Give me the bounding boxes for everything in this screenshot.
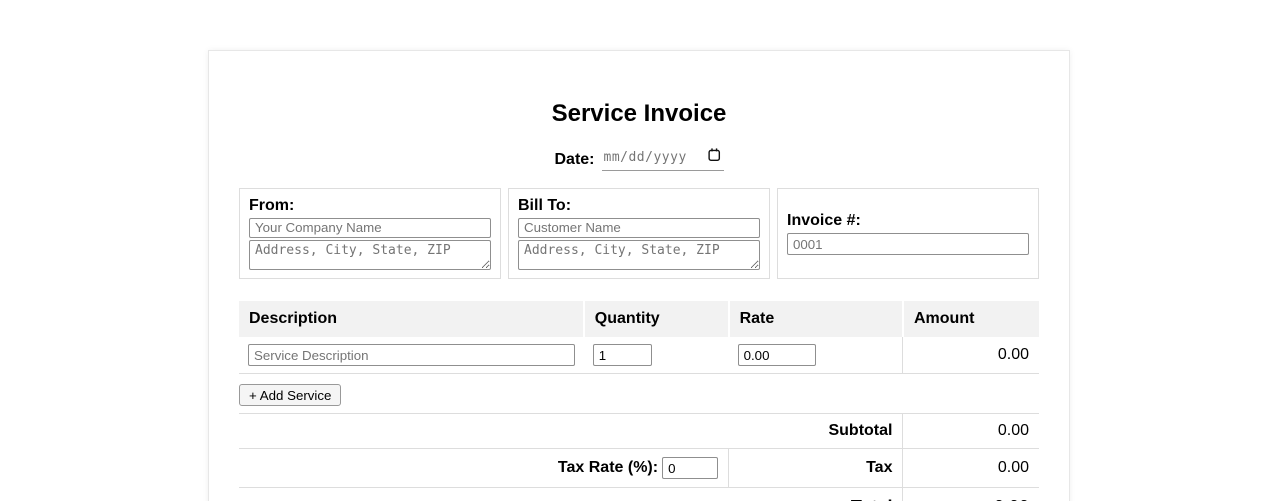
tax-label: Tax [728, 448, 903, 488]
tax-rate-input[interactable] [662, 457, 719, 479]
items-table: Description Quantity Rate Amount 0.00 [239, 301, 1039, 374]
company-address-textarea[interactable] [249, 239, 491, 270]
customer-name-input[interactable] [518, 218, 760, 238]
tax-value: 0.00 [902, 448, 1039, 488]
total-row: Total 0.00 [239, 487, 1039, 501]
subtotal-label: Subtotal [239, 413, 903, 449]
items-header-row: Description Quantity Rate Amount [239, 301, 1039, 337]
total-value: 0.00 [902, 487, 1039, 501]
item-row: 0.00 [239, 337, 1039, 374]
subtotal-row: Subtotal 0.00 [239, 413, 1039, 449]
quantity-input[interactable] [592, 344, 652, 366]
invoice-number-input[interactable] [787, 233, 1029, 255]
add-service-button[interactable]: + Add Service [239, 384, 342, 406]
from-label: From: [249, 197, 295, 214]
date-placeholder: mm/dd/yyyy [603, 150, 687, 166]
invoice-number-label: Invoice #: [787, 212, 861, 229]
date-label: Date: [554, 151, 595, 168]
page-title: Service Invoice [551, 100, 727, 127]
service-description-input[interactable] [248, 344, 575, 366]
tax-row: Tax Rate (%): Tax 0.00 [239, 448, 1039, 488]
tax-rate-cell: Tax Rate (%): [239, 448, 729, 488]
amount-cell: 0.00 [902, 337, 1039, 374]
rate-input[interactable] [737, 344, 816, 366]
from-section: From: [239, 188, 501, 279]
column-header-description: Description [239, 301, 584, 337]
calendar-icon[interactable] [707, 146, 721, 170]
customer-address-textarea[interactable] [518, 239, 760, 270]
invoice-number-section: Invoice #: [777, 188, 1039, 279]
bill-to-section: Bill To: [508, 188, 770, 279]
date-input[interactable]: mm/dd/yyyy [601, 146, 724, 171]
parties-row: From: Bill To: Invoice #: [239, 188, 1039, 279]
column-header-amount: Amount [901, 301, 1039, 337]
subtotal-value: 0.00 [902, 413, 1039, 449]
column-header-quantity: Quantity [582, 301, 729, 337]
invoice-card: Service Invoice Date: mm/dd/yyyy From: B… [208, 50, 1070, 501]
bill-to-label: Bill To: [518, 197, 572, 214]
company-name-input[interactable] [249, 218, 491, 238]
totals-table: Subtotal 0.00 Tax Rate (%): Tax 0.00 Tot… [239, 413, 1039, 501]
column-header-rate: Rate [727, 301, 903, 337]
total-label: Total [239, 487, 903, 501]
tax-rate-label: Tax Rate (%): [557, 459, 659, 477]
date-row: Date: mm/dd/yyyy [239, 148, 1039, 172]
